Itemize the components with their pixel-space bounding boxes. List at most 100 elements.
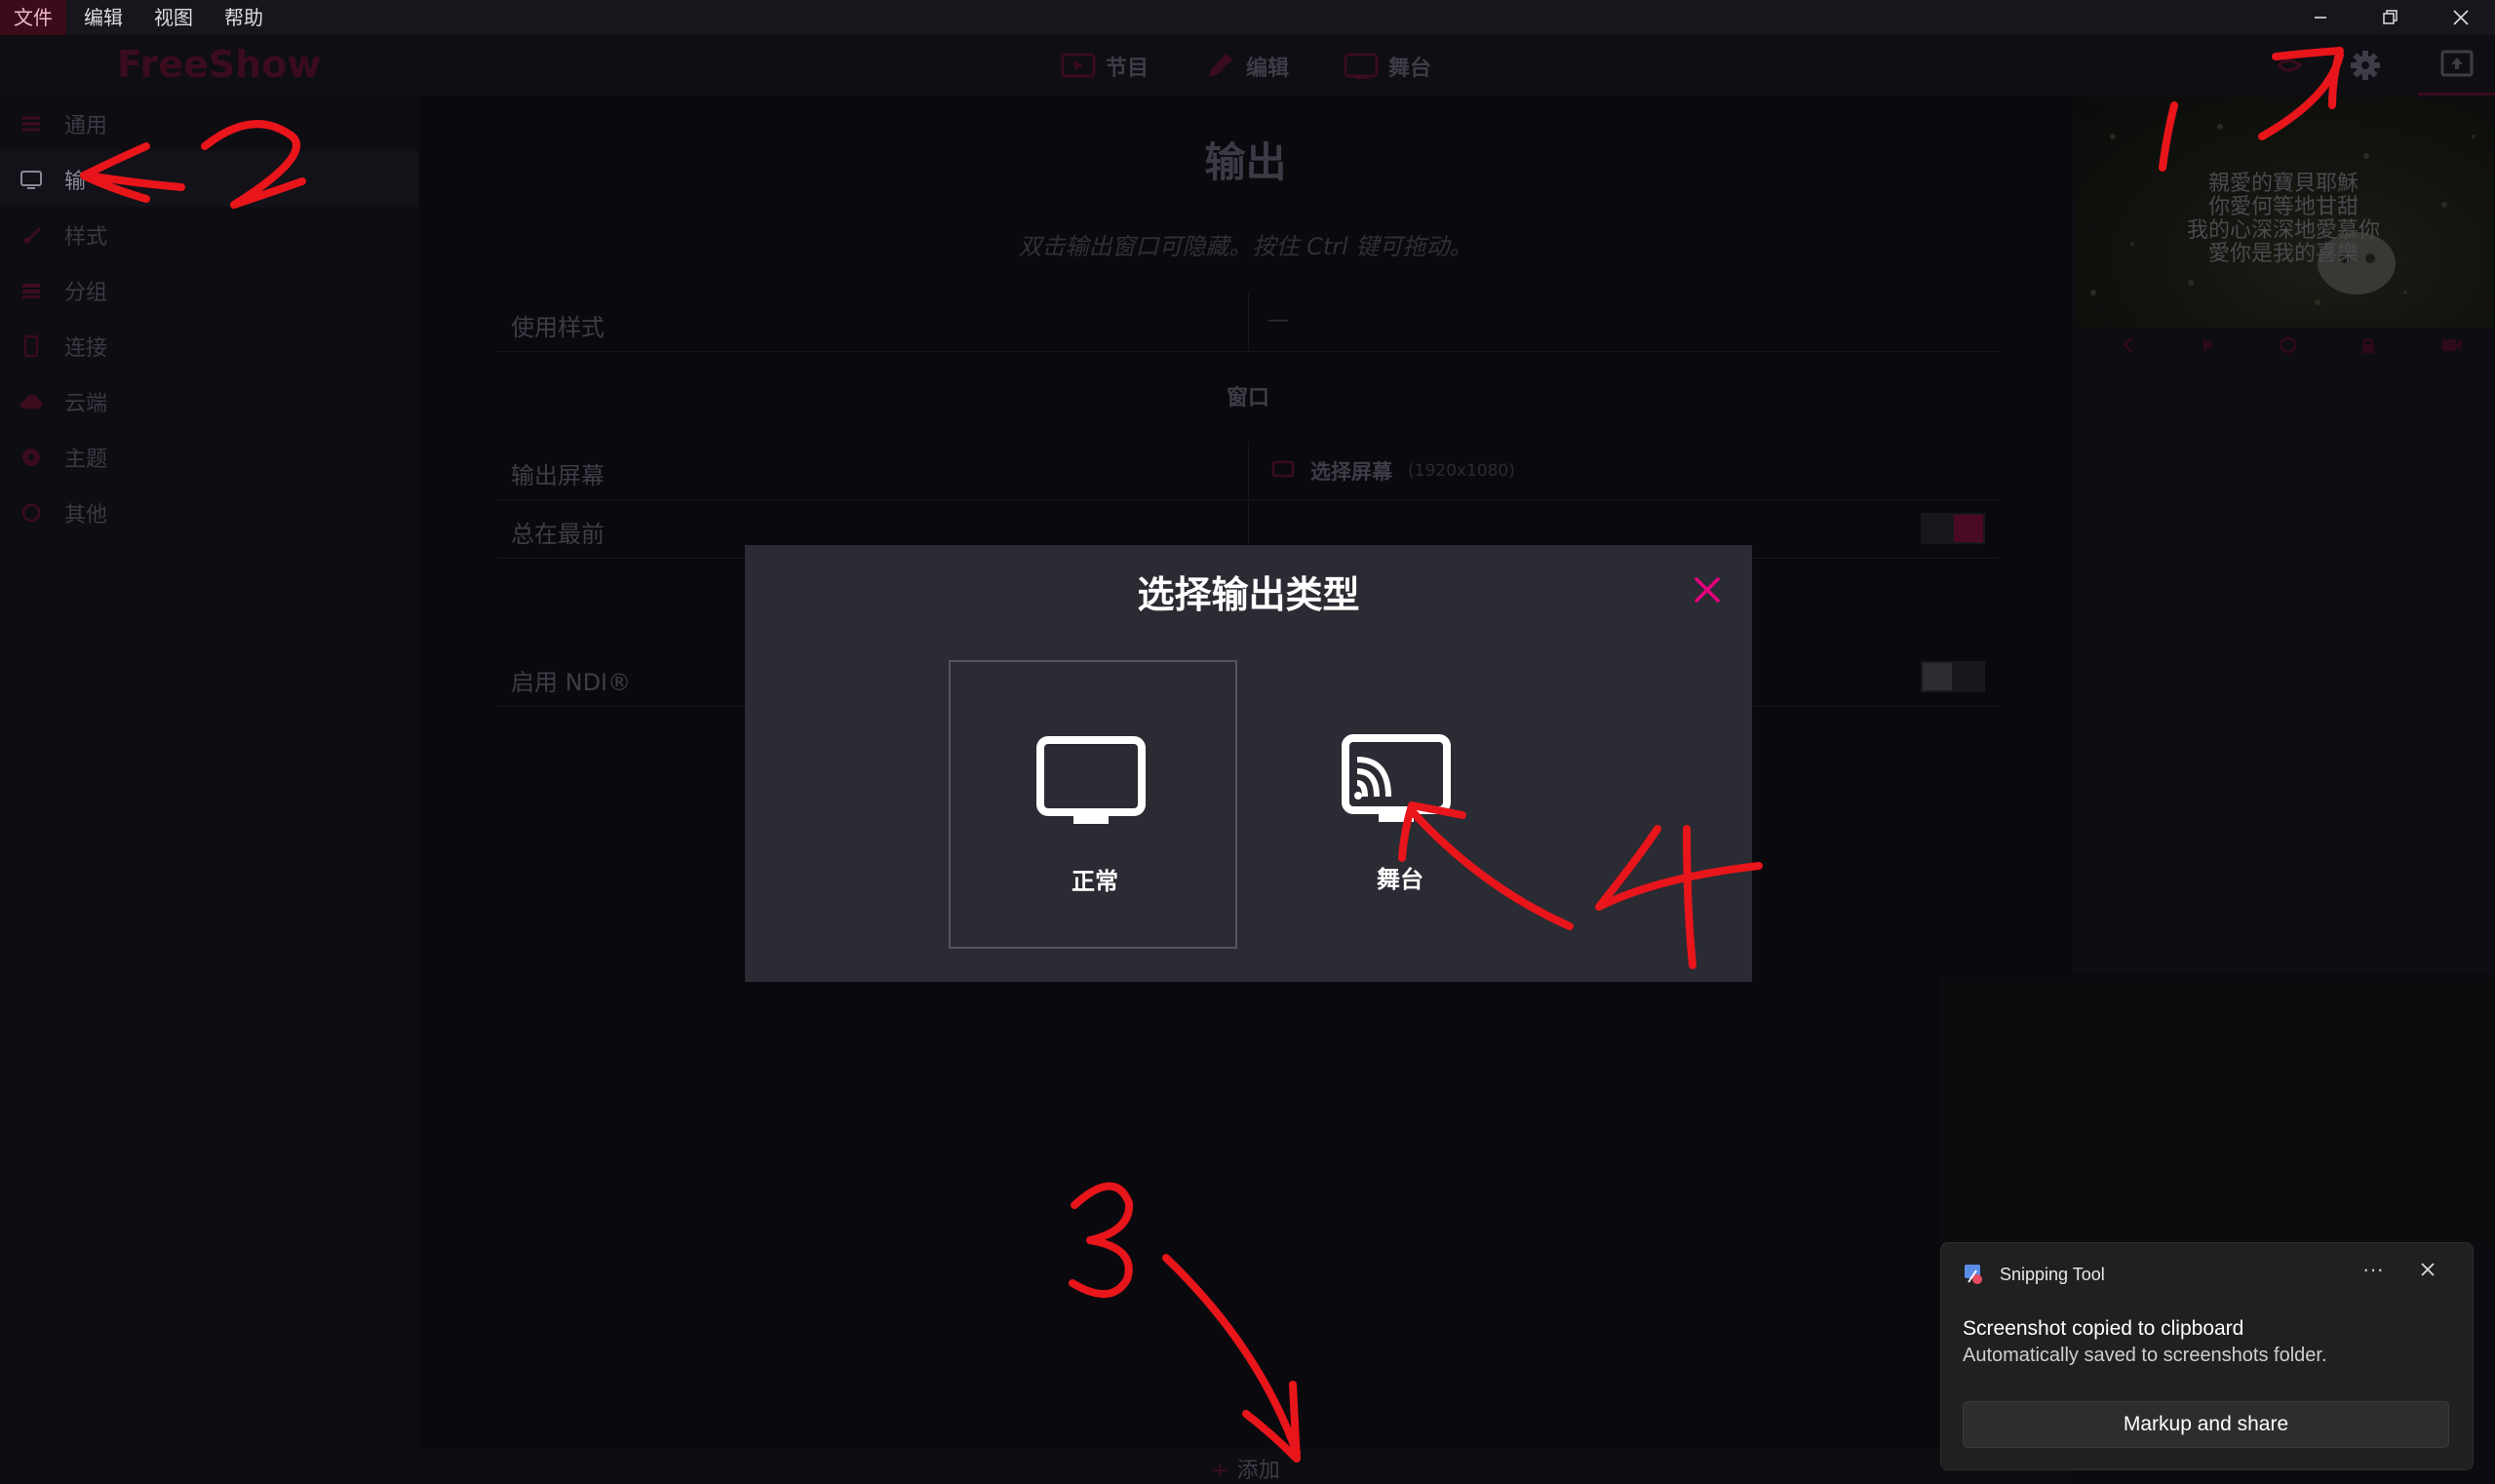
- screen-play-icon: [1061, 53, 1096, 78]
- output-screen-row[interactable]: 输出屏幕 选择屏幕 (1920x1080): [497, 441, 1999, 500]
- monitor-icon: [1271, 460, 1295, 478]
- sidebar-item-general[interactable]: 通用: [0, 96, 419, 151]
- tab-show[interactable]: 节目: [1061, 49, 1149, 84]
- sidebar-item-groups[interactable]: 分组: [0, 262, 419, 318]
- option-normal[interactable]: 正常: [949, 660, 1237, 949]
- dialog-close-button[interactable]: [1686, 568, 1729, 611]
- previous-icon[interactable]: [2119, 335, 2138, 355]
- output-toggle-button[interactable]: [2418, 35, 2495, 96]
- stage-icon: [1344, 53, 1379, 79]
- monitor-icon: [1036, 736, 1146, 824]
- circle-icon: [18, 499, 45, 527]
- choose-screen-button[interactable]: 选择屏幕 (1920x1080): [1271, 456, 1515, 486]
- option-stage-label: 舞台: [1377, 866, 1423, 893]
- screen-resolution: (1920x1080): [1408, 461, 1515, 481]
- settings-gear-icon: [2351, 51, 2380, 80]
- sidebar-item-label: 分组: [64, 280, 108, 305]
- sidebar-item-label: 主题: [64, 447, 108, 472]
- refresh-icon[interactable]: [2279, 335, 2298, 355]
- notification-more-button[interactable]: ···: [2362, 1257, 2384, 1282]
- menu-view[interactable]: 视图: [140, 0, 207, 35]
- sidebar-item-label: 其他: [64, 502, 108, 527]
- sidebar-item-other[interactable]: 其他: [0, 485, 419, 540]
- groups-icon: [18, 277, 45, 304]
- preview-background-image[interactable]: 親愛的寶貝耶穌 你愛何等地甘甜 我的心深深地愛慕你 愛你是我的喜樂: [2074, 98, 2493, 328]
- hidden-icon-button[interactable]: [2260, 35, 2319, 96]
- lyric-line: 愛你是我的喜樂: [2207, 242, 2359, 266]
- add-output-bar[interactable]: + 添加: [419, 1449, 2072, 1484]
- restore-button[interactable]: [2361, 0, 2420, 35]
- sidebar-item-label: 样式: [64, 224, 108, 250]
- add-output-label: 添加: [1236, 1459, 1280, 1483]
- style-row-label: 使用样式: [511, 314, 604, 341]
- ndi-label: 启用 NDI®: [511, 669, 632, 696]
- sliders-icon: [18, 110, 45, 137]
- tab-show-label: 节目: [1106, 57, 1150, 81]
- tab-stage-label: 舞台: [1388, 57, 1432, 81]
- always-on-top-label: 总在最前: [511, 521, 604, 548]
- choose-screen-label: 选择屏幕: [1310, 460, 1392, 484]
- close-window-button[interactable]: [2432, 0, 2490, 35]
- close-icon: [1695, 577, 1720, 603]
- add-output-button[interactable]: + 添加: [419, 1453, 2072, 1484]
- sidebar-item-label: 输: [64, 169, 87, 194]
- sidebar-item-label: 通用: [64, 113, 108, 138]
- settings-sidebar: 通用 输 样式 分组 连接 云端 主题 其他: [0, 96, 419, 1484]
- play-icon[interactable]: [2199, 335, 2218, 355]
- toast-shadow-area: [1940, 977, 2495, 1242]
- plus-icon: +: [1211, 1459, 1229, 1483]
- minimize-icon: [2315, 17, 2326, 19]
- camera-icon[interactable]: [2440, 335, 2464, 355]
- toggle-knob: [1954, 515, 1983, 542]
- row-divider: [1248, 441, 1249, 499]
- brush-icon: [18, 221, 45, 249]
- notification-title: Screenshot copied to clipboard: [1963, 1317, 2244, 1340]
- minimize-button[interactable]: [2291, 0, 2350, 35]
- page-hint: 双击输出窗口可隐藏。按住 Ctrl 键可拖动。: [1018, 233, 1473, 260]
- sidebar-item-label: 云端: [64, 391, 108, 416]
- tab-edit-label: 编辑: [1246, 57, 1290, 81]
- ndi-toggle[interactable]: [1921, 661, 1985, 692]
- sidebar-item-cloud[interactable]: 云端: [0, 373, 419, 429]
- top-navigation: FreeShow 节目 编辑 舞台: [0, 35, 2495, 96]
- preview-controls: [2072, 328, 2495, 363]
- output-preview-panel: 親愛的寶貝耶穌 你愛何等地甘甜 我的心深深地愛慕你 愛你是我的喜樂: [2072, 96, 2495, 973]
- menu-help[interactable]: 帮助: [211, 0, 277, 35]
- sidebar-item-styles[interactable]: 样式: [0, 207, 419, 262]
- settings-button[interactable]: [2336, 35, 2395, 96]
- option-normal-label: 正常: [1072, 868, 1118, 895]
- page-title: 输出: [1204, 138, 1287, 186]
- output-screen-label: 输出屏幕: [511, 462, 604, 489]
- sidebar-item-themes[interactable]: 主题: [0, 429, 419, 485]
- style-row[interactable]: 使用样式 —: [497, 293, 1999, 352]
- eye-off-icon: [2276, 59, 2303, 72]
- menu-edit[interactable]: 编辑: [70, 0, 136, 35]
- lock-icon[interactable]: [2359, 335, 2378, 355]
- style-select-value[interactable]: —: [1267, 308, 1289, 332]
- sidebar-item-connection[interactable]: 连接: [0, 318, 419, 373]
- toggle-knob: [1923, 663, 1952, 690]
- window-section-header: 窗口: [1226, 386, 1269, 410]
- sidebar-item-output[interactable]: 输: [0, 151, 419, 207]
- snipping-tool-icon: [1965, 1265, 1982, 1284]
- menu-bar: 文件 编辑 视图 帮助: [0, 0, 2495, 35]
- tab-stage[interactable]: 舞台: [1344, 49, 1431, 84]
- tab-edit[interactable]: 编辑: [1205, 49, 1289, 84]
- pencil-icon: [1209, 54, 1232, 77]
- notification-close-icon[interactable]: [2419, 1261, 2437, 1278]
- cast-screen-icon: [1342, 734, 1451, 822]
- output-type-dialog: 选择输出类型 正常 舞台: [745, 545, 1752, 982]
- row-divider: [1248, 293, 1249, 351]
- always-on-top-toggle[interactable]: [1921, 513, 1985, 544]
- close-icon: [2453, 10, 2469, 25]
- option-stage[interactable]: 舞台: [1256, 660, 1544, 949]
- snipping-tool-notification: Snipping Tool ··· Screenshot copied to c…: [1940, 1242, 2474, 1470]
- phone-icon: [18, 332, 45, 360]
- dialog-title: 选择输出类型: [1137, 573, 1360, 616]
- markup-and-share-button[interactable]: Markup and share: [1963, 1401, 2449, 1448]
- notification-app-name: Snipping Tool: [2000, 1265, 2105, 1284]
- palette-icon: [18, 444, 45, 471]
- cloud-icon: [18, 388, 45, 415]
- app-logo: FreeShow: [117, 43, 322, 86]
- menu-file[interactable]: 文件: [0, 0, 66, 35]
